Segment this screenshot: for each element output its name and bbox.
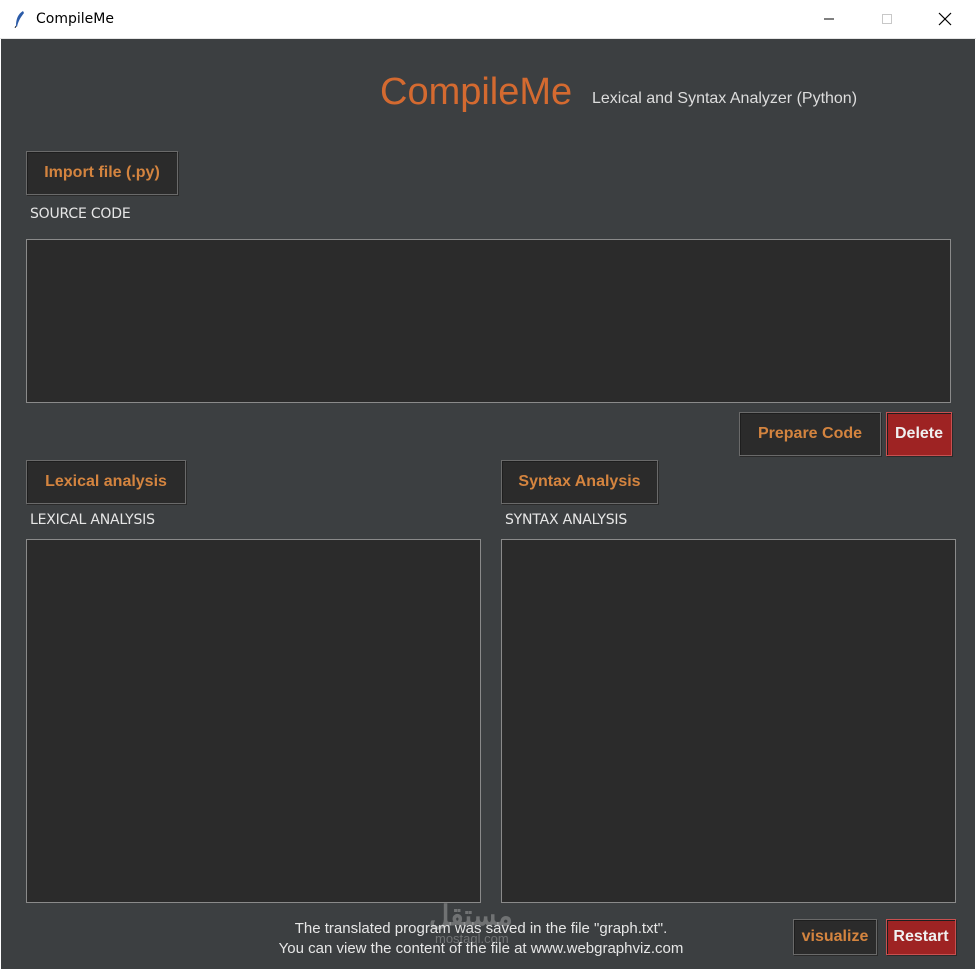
close-button[interactable] xyxy=(916,0,974,38)
status-line-2: You can view the content of the file at … xyxy=(278,940,684,957)
window-titlebar: CompileMe xyxy=(0,0,976,39)
window-title: CompileMe xyxy=(36,11,114,27)
lexical-output-textarea[interactable] xyxy=(26,539,481,903)
delete-button[interactable]: Delete xyxy=(886,412,952,456)
feather-icon xyxy=(14,11,24,28)
source-code-label: SOURCE CODE xyxy=(30,206,131,222)
status-message: The translated program was saved in the … xyxy=(231,919,731,959)
prepare-code-button[interactable]: Prepare Code xyxy=(739,412,881,456)
close-icon xyxy=(938,12,952,26)
maximize-button[interactable] xyxy=(858,0,916,38)
source-code-textarea[interactable] xyxy=(26,239,951,403)
syntax-analysis-label: SYNTAX ANALYSIS xyxy=(505,512,628,528)
app-window: CompileMe Lexical and Syntax Analyzer (P… xyxy=(1,39,975,969)
syntax-analysis-button[interactable]: Syntax Analysis xyxy=(501,460,658,504)
maximize-icon xyxy=(882,14,892,24)
minimize-button[interactable] xyxy=(800,0,858,38)
status-line-1: The translated program was saved in the … xyxy=(294,920,668,937)
app-subtitle: Lexical and Syntax Analyzer (Python) xyxy=(592,90,858,107)
lexical-analysis-label: LEXICAL ANALYSIS xyxy=(30,512,155,528)
visualize-button[interactable]: visualize xyxy=(793,919,877,955)
app-title: CompileMe xyxy=(380,71,573,113)
restart-button[interactable]: Restart xyxy=(886,919,956,955)
minimize-icon xyxy=(824,18,834,20)
import-file-button[interactable]: Import file (.py) xyxy=(26,151,178,195)
lexical-analysis-button[interactable]: Lexical analysis xyxy=(26,460,186,504)
syntax-output-textarea[interactable] xyxy=(501,539,956,903)
